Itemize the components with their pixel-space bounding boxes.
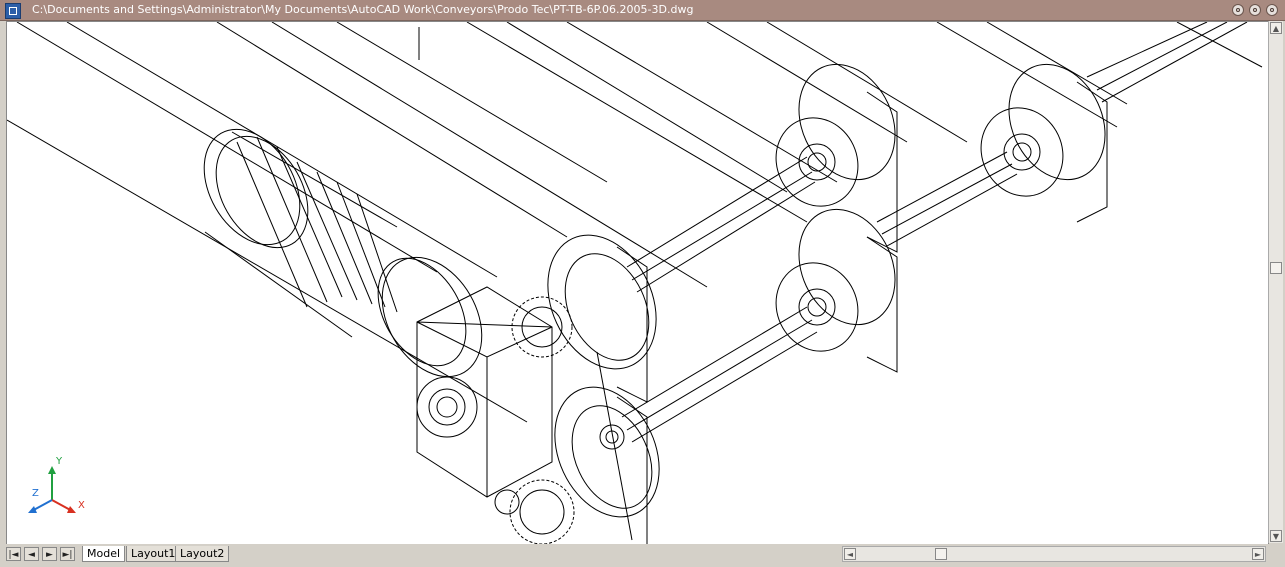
vertical-scrollbar[interactable]: ▲ ▼ bbox=[1268, 21, 1283, 543]
model-viewport[interactable]: Y X Z bbox=[6, 21, 1269, 545]
prev-tab-button[interactable]: ◄ bbox=[24, 547, 39, 561]
scroll-right-icon[interactable]: ► bbox=[1252, 548, 1264, 560]
bearing-assembly bbox=[980, 63, 1108, 223]
rail-line bbox=[16, 22, 438, 273]
last-tab-button[interactable]: ►| bbox=[60, 547, 75, 561]
rail-line bbox=[596, 351, 633, 541]
rail-line bbox=[336, 22, 608, 183]
ucs-x-label: X bbox=[78, 500, 85, 511]
scroll-up-icon[interactable]: ▲ bbox=[1270, 22, 1282, 34]
rail-line bbox=[271, 22, 708, 288]
minimize-button[interactable] bbox=[1232, 4, 1244, 16]
bearing-assembly bbox=[775, 63, 898, 373]
close-button[interactable] bbox=[1266, 4, 1278, 16]
shaft bbox=[621, 22, 1248, 443]
rail-line bbox=[706, 22, 908, 143]
vertical-scroll-thumb[interactable] bbox=[1270, 262, 1282, 274]
sprocket bbox=[509, 296, 575, 544]
rail-line bbox=[1176, 22, 1263, 68]
tab-model[interactable]: Model bbox=[82, 546, 126, 562]
bearing-assembly bbox=[547, 234, 660, 544]
gearbox bbox=[416, 286, 553, 515]
title-bar: C:\Documents and Settings\Administrator\… bbox=[0, 0, 1285, 21]
first-tab-button[interactable]: |◄ bbox=[6, 547, 21, 561]
conveyor-3d-drawing: Y X Z bbox=[7, 22, 1263, 544]
scroll-down-icon[interactable]: ▼ bbox=[1270, 530, 1282, 542]
tab-layout2[interactable]: Layout2 bbox=[175, 546, 230, 562]
ucs-z-label: Z bbox=[32, 488, 39, 499]
scroll-left-icon[interactable]: ◄ bbox=[844, 548, 856, 560]
autocad-icon[interactable] bbox=[5, 3, 21, 19]
horizontal-scrollbar[interactable]: ◄ ► bbox=[842, 546, 1266, 562]
horizontal-scroll-thumb[interactable] bbox=[935, 548, 947, 560]
maximize-button[interactable] bbox=[1249, 4, 1261, 16]
motor-drum bbox=[203, 128, 483, 378]
window-title: C:\Documents and Settings\Administrator\… bbox=[32, 3, 694, 16]
layout-tab-bar: |◄ ◄ ► ►| Model Layout1 Layout2 ◄ ► bbox=[0, 544, 1285, 567]
rail-line bbox=[936, 22, 1118, 128]
rail-line bbox=[766, 22, 968, 143]
rail-line bbox=[66, 22, 498, 278]
rail-line bbox=[466, 22, 808, 223]
rail-line bbox=[506, 22, 788, 193]
rail-line bbox=[566, 22, 838, 183]
ucs-y-label: Y bbox=[55, 456, 63, 467]
next-tab-button[interactable]: ► bbox=[42, 547, 57, 561]
ucs-icon: Y X Z bbox=[28, 456, 85, 513]
tab-layout1[interactable]: Layout1 bbox=[126, 546, 181, 562]
